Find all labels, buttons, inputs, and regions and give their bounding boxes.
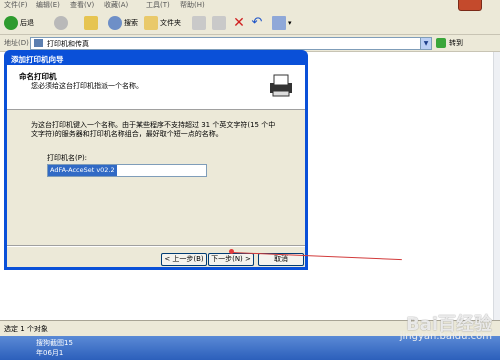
- status-text: 选定 1 个对象: [4, 325, 48, 333]
- vertical-scrollbar[interactable]: [493, 52, 500, 320]
- back-button[interactable]: 后退: [4, 15, 34, 31]
- back-step-button[interactable]: < 上一步(B): [161, 253, 207, 266]
- go-arrow-icon: [436, 38, 446, 48]
- forward-arrow-icon: [54, 16, 68, 30]
- watermark-url: jingyan.baidu.com: [399, 331, 492, 342]
- annotation-dot: [229, 249, 234, 254]
- printer-icon: [267, 71, 295, 99]
- toolbar: 后退 搜索 文件夹 ✕ ↶ ▾: [0, 12, 500, 35]
- wizard-title: 添加打印机向导: [11, 55, 64, 64]
- move-to-button[interactable]: [192, 15, 206, 31]
- search-icon: [108, 16, 122, 30]
- move-to-icon: [192, 16, 206, 30]
- wizard-body: 命名打印机 您必须给这台打印机指派一个名称。 为这台打印机键入一个名称。由于某些…: [7, 65, 305, 267]
- forward-button[interactable]: [54, 15, 68, 31]
- wizard-header: 命名打印机 您必须给这台打印机指派一个名称。: [7, 65, 305, 110]
- wizard-divider: [7, 245, 305, 247]
- undo-button[interactable]: ↶: [250, 15, 264, 31]
- back-arrow-icon: [4, 16, 18, 30]
- copy-to-button[interactable]: [212, 15, 226, 31]
- views-dropdown-icon: ▾: [288, 19, 292, 27]
- printer-name-label: 打印机名(P):: [47, 154, 88, 162]
- go-button[interactable]: 转到: [436, 37, 463, 49]
- folders-button[interactable]: 文件夹: [144, 15, 181, 31]
- address-dropdown-icon[interactable]: ▼: [420, 38, 431, 49]
- search-label: 搜索: [124, 19, 138, 27]
- menu-file[interactable]: 文件(F): [4, 0, 28, 10]
- taskbar-item-line2: 年06月1: [36, 349, 64, 357]
- printer-name-value: AdFA-AcceSet v02.2: [48, 165, 117, 176]
- printer-folder-icon: [34, 39, 43, 47]
- menu-tools[interactable]: 工具(T): [146, 0, 170, 10]
- go-label: 转到: [449, 39, 463, 47]
- address-label: 地址(D): [4, 39, 29, 47]
- up-folder-button[interactable]: [84, 15, 98, 31]
- copy-to-icon: [212, 16, 226, 30]
- views-icon: [272, 16, 286, 30]
- menu-view[interactable]: 查看(V): [70, 0, 94, 10]
- back-label: 后退: [20, 19, 34, 27]
- undo-icon: ↶: [251, 15, 263, 30]
- wizard-header-subtitle: 您必须给这台打印机指派一个名称。: [31, 82, 143, 90]
- delete-x-icon: ✕: [233, 15, 245, 31]
- add-printer-wizard-dialog: 添加打印机向导 命名打印机 您必须给这台打印机指派一个名称。 为这台打印机键入一…: [4, 50, 308, 270]
- up-folder-icon: [84, 16, 98, 30]
- address-value: 打印机和传真: [47, 40, 89, 48]
- search-button[interactable]: 搜索: [108, 15, 138, 31]
- taskbar-item-line1: 搜狗截图15: [36, 339, 73, 347]
- delete-button[interactable]: ✕: [232, 15, 246, 31]
- printer-name-input[interactable]: AdFA-AcceSet v02.2: [47, 164, 207, 177]
- wizard-description: 为这台打印机键入一个名称。由于某些程序不支持超过 31 个英文字符(15 个中文…: [31, 121, 276, 138]
- folders-label: 文件夹: [160, 19, 181, 27]
- address-field[interactable]: 打印机和传真 ▼: [30, 37, 432, 50]
- window-close-button[interactable]: [458, 0, 482, 11]
- folder-icon: [144, 16, 158, 30]
- next-step-button[interactable]: 下一步(N) >: [208, 253, 254, 266]
- menu-help[interactable]: 帮助(H): [180, 0, 205, 10]
- menu-edit[interactable]: 编辑(E): [36, 0, 60, 10]
- views-button[interactable]: ▾: [272, 15, 292, 31]
- menu-favorites[interactable]: 收藏(A): [104, 0, 128, 10]
